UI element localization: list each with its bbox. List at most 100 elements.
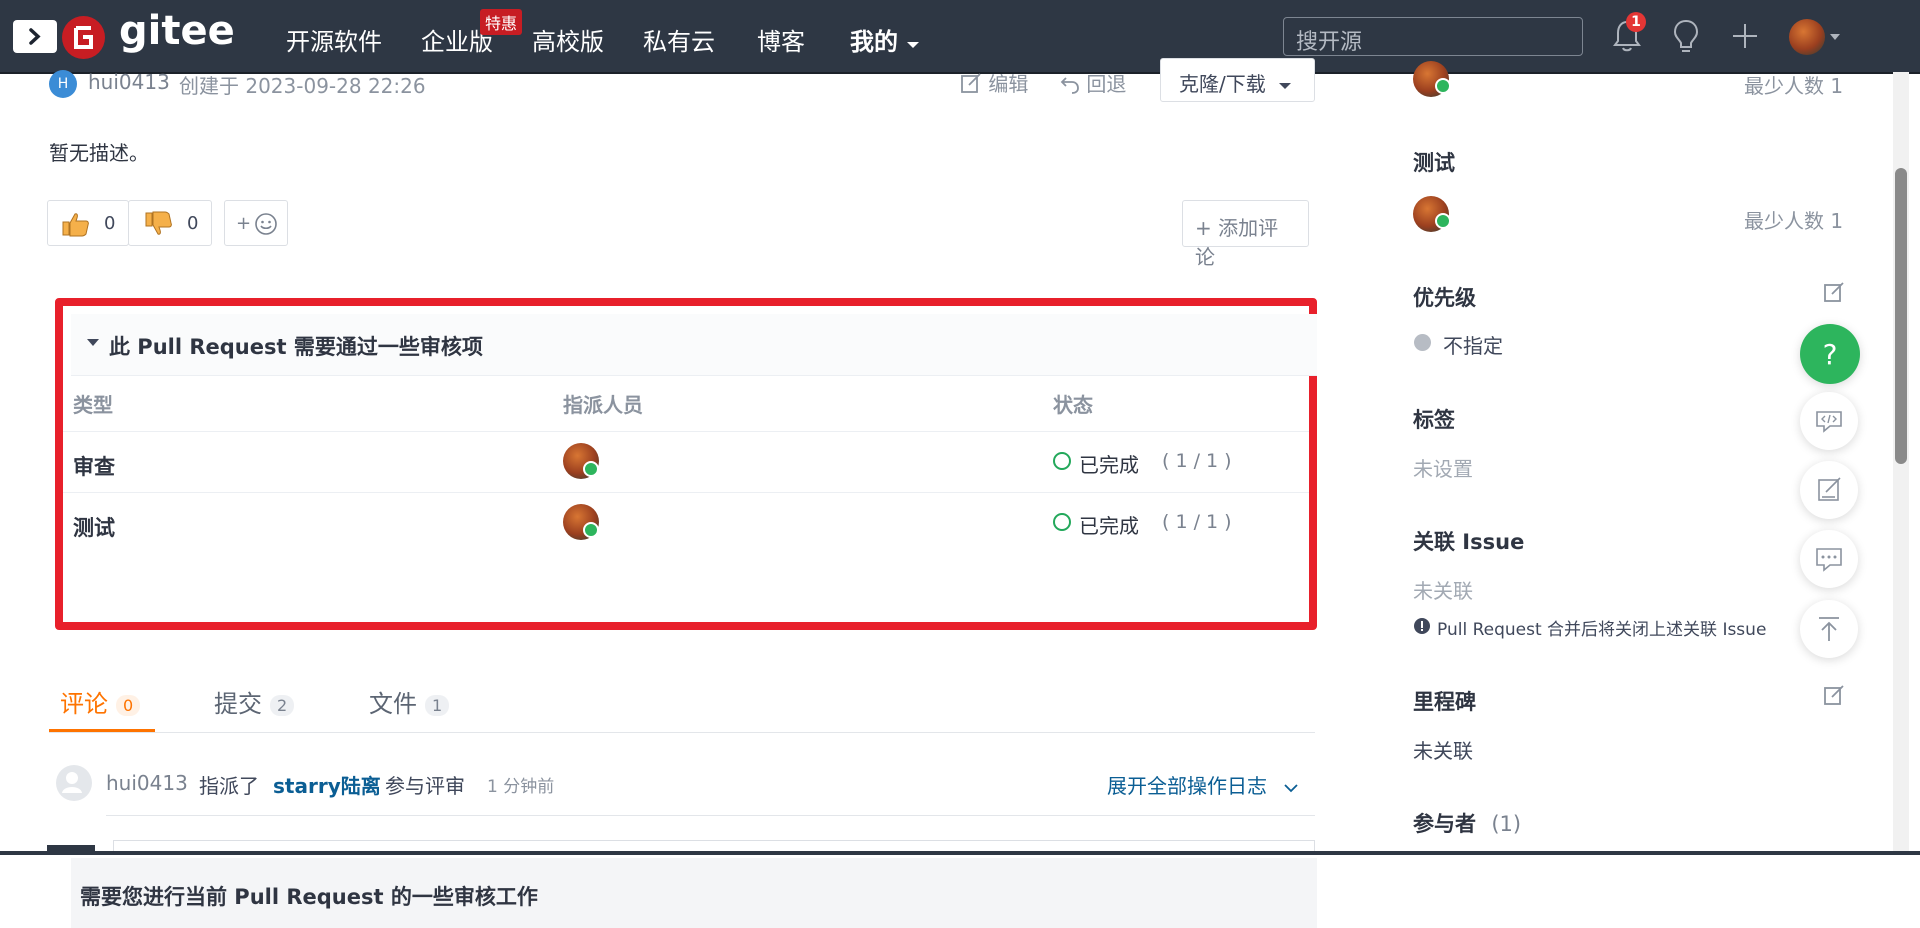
nav-open-source[interactable]: 开源软件 <box>286 22 382 57</box>
dislike-button[interactable]: 0 <box>128 200 212 246</box>
chevron-down-icon <box>1284 784 1298 793</box>
svg-text:?: ? <box>1823 338 1838 371</box>
user-avatar[interactable] <box>1789 19 1825 55</box>
author-avatar[interactable]: H <box>49 70 77 98</box>
priority-title: 优先级 <box>1413 286 1476 310</box>
edit-button[interactable]: 编辑 <box>960 68 1028 97</box>
milestone-value: 未关联 <box>1413 739 1473 763</box>
pr-description: 暂无描述。 <box>49 141 149 165</box>
feedback-edit-button[interactable] <box>1800 461 1858 519</box>
back-to-top-button[interactable] <box>1800 600 1858 658</box>
like-button[interactable]: 0 <box>47 200 129 246</box>
smiley-icon <box>255 213 277 235</box>
tab-commits[interactable]: 提交 2 <box>214 684 295 719</box>
tab-comments-count: 0 <box>116 694 141 716</box>
activity-time: 1 分钟前 <box>487 777 555 797</box>
search-input[interactable]: 搜开源 <box>1283 17 1583 56</box>
chevron-right-icon <box>29 28 41 45</box>
edit-icon <box>961 73 981 93</box>
labels-value: 未设置 <box>1413 457 1473 481</box>
nav-private-cloud[interactable]: 私有云 <box>643 22 715 57</box>
review-panel-footer: 需要您进行当前 Pull Request 的一些审核工作 <box>71 858 1317 928</box>
clone-label: 克隆/下载 <box>1179 72 1266 96</box>
participants-count: (1) <box>1491 812 1522 836</box>
author-name[interactable]: hui0413 <box>88 70 170 94</box>
expand-log-label: 展开全部操作日志 <box>1107 774 1267 798</box>
edit-milestone-icon[interactable] <box>1823 684 1845 706</box>
edit-note-icon <box>1818 477 1841 501</box>
collapse-caret-icon[interactable] <box>86 338 100 348</box>
test-progress: ( 1 / 1 ) <box>1162 511 1232 533</box>
row-divider <box>63 492 1309 493</box>
info-icon <box>1414 618 1430 634</box>
edit-priority-icon[interactable] <box>1823 281 1845 303</box>
dislike-count: 0 <box>187 213 199 234</box>
priority-value: 不指定 <box>1443 334 1503 358</box>
linked-issue-title: 关联 Issue <box>1413 530 1525 554</box>
nav-mine-label: 我的 <box>850 28 898 56</box>
chat-icon <box>1816 548 1842 572</box>
help-button[interactable]: ? <box>1800 324 1860 384</box>
review-type-test: 测试 <box>73 516 115 540</box>
tab-commits-label: 提交 <box>214 690 262 718</box>
nav-education[interactable]: 高校版 <box>532 22 604 57</box>
scrollbar-thumb[interactable] <box>1895 168 1907 464</box>
labels-title: 标签 <box>1413 408 1455 432</box>
plus-icon[interactable] <box>1731 22 1759 50</box>
tab-files-label: 文件 <box>369 690 417 718</box>
tab-files[interactable]: 文件 1 <box>369 684 450 719</box>
tab-files-count: 1 <box>425 694 450 716</box>
header-type: 类型 <box>73 393 113 417</box>
created-time: 创建于 2023-09-28 22:26 <box>179 74 426 98</box>
thumbs-up-icon <box>62 213 89 237</box>
activity-target-user[interactable]: starry陆离 <box>273 770 381 799</box>
code-icon <box>1816 411 1842 433</box>
min-testers: 最少人数 1 <box>1744 209 1844 233</box>
nav-mine[interactable]: 我的 <box>850 22 920 57</box>
completed-icon <box>1053 452 1071 470</box>
top-navbar: gitee 开源软件 企业版 特惠 高校版 私有云 博客 我的 搜开源 1 <box>0 0 1920 74</box>
review-panel-header[interactable]: 此 Pull Request 需要通过一些审核项 <box>71 314 1317 376</box>
test-status: 已完成 <box>1079 514 1139 538</box>
tabs-divider <box>49 732 1315 733</box>
message-button[interactable] <box>1800 530 1858 588</box>
add-comment-button[interactable]: + 添加评论 <box>1182 200 1309 269</box>
gitee-logo-icon[interactable] <box>62 16 105 59</box>
approved-check-icon <box>583 461 599 477</box>
approved-check-icon <box>1435 78 1451 94</box>
review-type-review: 审查 <box>73 455 115 479</box>
milestone-title: 里程碑 <box>1413 690 1476 714</box>
avatar-caret-icon[interactable] <box>1829 33 1841 41</box>
participants-label: 参与者 <box>1413 812 1476 836</box>
gitee-logo-text[interactable]: gitee <box>119 8 235 54</box>
clone-download-button[interactable]: 克隆/下载 <box>1160 58 1315 102</box>
notification-badge: 1 <box>1626 12 1646 32</box>
tab-comments[interactable]: 评论 0 <box>60 684 141 719</box>
linked-issue-note: Pull Request 合并后将关闭上述关联 Issue <box>1437 620 1767 640</box>
revert-label: 回退 <box>1086 72 1127 96</box>
approved-check-icon <box>583 522 599 538</box>
activity-action-2: 参与评审 <box>385 774 465 798</box>
review-request-text: 需要您进行当前 Pull Request 的一些审核工作 <box>80 885 538 909</box>
nav-blog[interactable]: 博客 <box>757 22 805 57</box>
caret-down-icon <box>1279 83 1292 89</box>
code-snippet-button[interactable] <box>1800 392 1858 450</box>
add-emoji-button[interactable]: + <box>224 200 288 246</box>
lightbulb-icon[interactable] <box>1671 18 1701 54</box>
revert-button[interactable]: 回退 <box>1060 68 1126 97</box>
review-progress: ( 1 / 1 ) <box>1162 450 1232 472</box>
completed-icon <box>1053 513 1071 531</box>
activity-user[interactable]: hui0413 <box>106 771 188 795</box>
linked-issue-value: 未关联 <box>1413 579 1473 603</box>
participants-title: 参与者 (1) <box>1413 808 1521 838</box>
edit-label: 编辑 <box>988 72 1029 96</box>
tab-comments-label: 评论 <box>60 690 108 718</box>
promo-badge: 特惠 <box>480 9 523 35</box>
sidebar-toggle-button[interactable] <box>13 20 57 53</box>
window-bottom-border <box>0 851 1920 855</box>
expand-log-link[interactable]: 展开全部操作日志 <box>1107 770 1299 799</box>
review-status: 已完成 <box>1079 453 1139 477</box>
activity-action: 指派了 <box>199 774 259 798</box>
priority-dot <box>1414 334 1431 351</box>
row-divider <box>63 431 1309 432</box>
